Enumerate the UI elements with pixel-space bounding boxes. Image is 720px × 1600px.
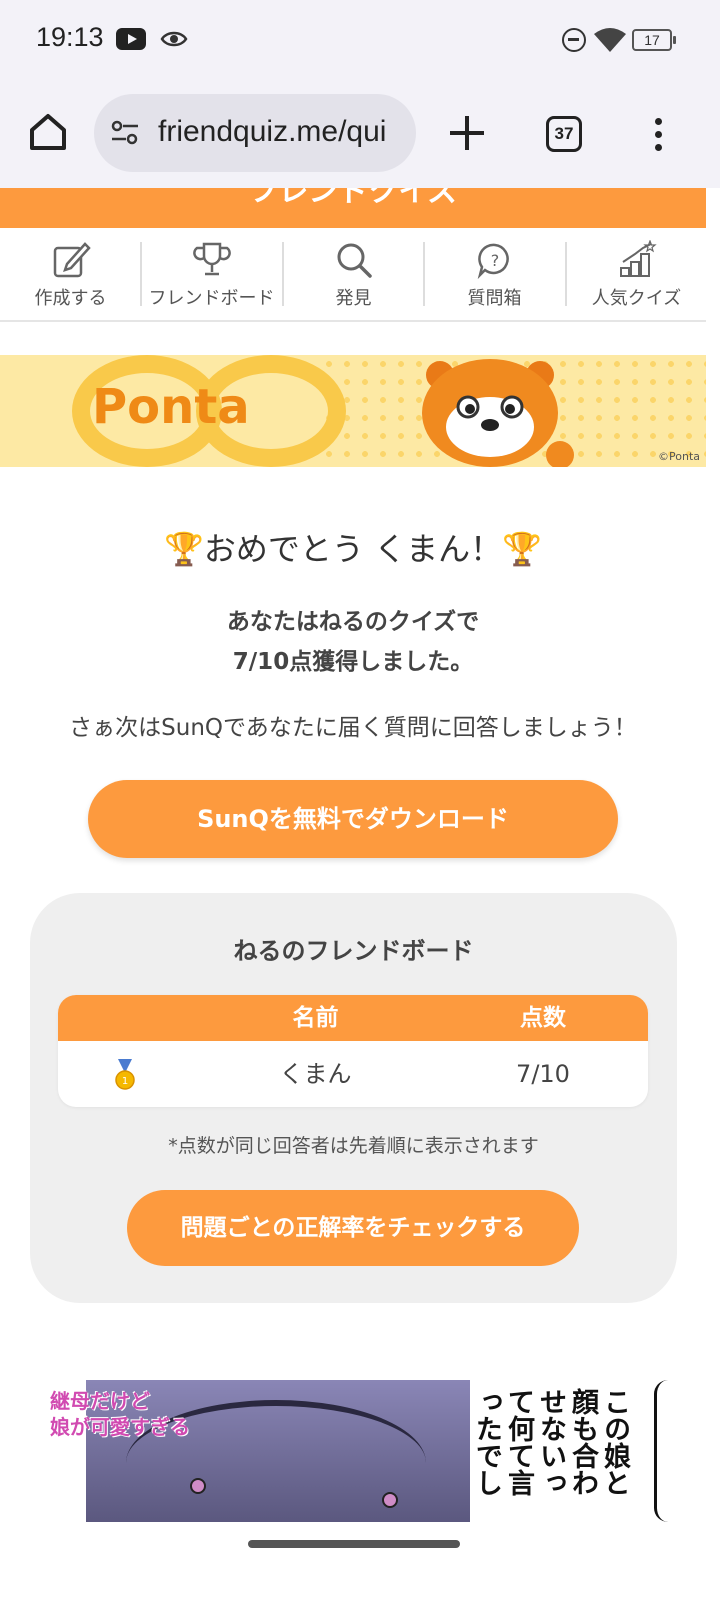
browser-toolbar: friendquiz.me/qui 37 bbox=[0, 80, 720, 188]
address-bar[interactable]: friendquiz.me/qui bbox=[94, 94, 416, 172]
home-icon[interactable] bbox=[26, 110, 70, 154]
score-line-1: あなたはねるのクイズで bbox=[226, 609, 480, 635]
board-note: *点数が同じ回答者は先着順に表示されます bbox=[168, 1135, 539, 1157]
new-tab-icon[interactable] bbox=[446, 112, 488, 154]
question-bubble-icon: ? bbox=[477, 243, 509, 280]
manga-title-line-1: 継母だけど bbox=[50, 1389, 150, 1413]
manga-title-line-2: 娘が可愛すぎる bbox=[50, 1415, 190, 1439]
ponta-logo: Ponta bbox=[92, 379, 250, 435]
status-time: 19:13 bbox=[36, 22, 104, 52]
manga-eye bbox=[382, 1492, 398, 1508]
manga-eye bbox=[190, 1478, 206, 1494]
home-indicator[interactable] bbox=[248, 1540, 460, 1548]
ponta-mascot-icon bbox=[422, 359, 574, 467]
do-not-disturb-icon bbox=[562, 28, 586, 52]
gold-medal-icon: 1 bbox=[115, 1059, 135, 1090]
score-line-2: 7/10点獲得しました。 bbox=[232, 649, 474, 675]
nav-label: フレンドボード bbox=[148, 288, 275, 309]
edit-icon bbox=[53, 242, 91, 278]
table-header: 名前 点数 bbox=[58, 995, 648, 1041]
main-nav: 作成する フレンドボード 発見 ? 質問箱 人気クイズ bbox=[0, 228, 706, 322]
nav-friend-board[interactable]: フレンドボード bbox=[141, 228, 282, 320]
battery-level: 17 bbox=[644, 32, 660, 48]
svg-text:1: 1 bbox=[122, 1076, 128, 1087]
battery-icon: 17 bbox=[632, 29, 676, 51]
ad-copyright: ©Ponta bbox=[658, 450, 700, 463]
leaderboard-table: 名前 点数 1 くまん 7/10 bbox=[58, 995, 648, 1107]
more-menu-icon[interactable] bbox=[646, 116, 670, 152]
site-settings-icon[interactable] bbox=[110, 119, 140, 147]
column-header-score: 点数 bbox=[520, 1005, 566, 1031]
congrats-heading: 🏆おめでとう くまん！🏆 bbox=[164, 530, 542, 568]
nav-label: 発見 bbox=[335, 288, 372, 309]
score-message: あなたはねるのクイズで 7/10点獲得しました。 bbox=[0, 602, 706, 682]
manga-speech-text: この娘と顔も合わせないって何て言ったでし bbox=[471, 1388, 630, 1496]
row-name: くまん bbox=[279, 1060, 352, 1088]
youtube-icon bbox=[116, 28, 146, 50]
site-title[interactable]: フレンドクイズ bbox=[0, 188, 706, 210]
status-bar: 19:13 17 bbox=[0, 0, 720, 80]
nav-label: 人気クイズ bbox=[591, 288, 682, 309]
eye-icon bbox=[160, 31, 188, 47]
friend-board: ねるのフレンドボード 名前 点数 1 くまん 7/10 *点数が同じ回答者は先着… bbox=[30, 893, 677, 1303]
column-header-rank bbox=[58, 995, 188, 1041]
nav-create[interactable]: 作成する bbox=[0, 228, 141, 320]
nav-question-box[interactable]: ? 質問箱 bbox=[424, 228, 565, 320]
nav-label: 作成する bbox=[34, 288, 107, 309]
ponta-banner-ad[interactable]: Ponta ©Ponta bbox=[0, 355, 706, 467]
url-text: friendquiz.me/qui bbox=[158, 115, 387, 148]
search-icon bbox=[337, 243, 372, 278]
site-header: フレンドクイズ bbox=[0, 188, 706, 228]
manga-banner-ad[interactable]: 継母だけど 娘が可愛すぎる この娘と顔も合わせないって何て言ったでし bbox=[48, 1380, 668, 1522]
manga-panel-edge bbox=[654, 1380, 668, 1522]
ranking-icon bbox=[619, 240, 657, 277]
nav-popular-quiz[interactable]: 人気クイズ bbox=[566, 228, 707, 320]
nav-label: 質問箱 bbox=[467, 288, 522, 309]
check-accuracy-button[interactable]: 問題ごとの正解率をチェックする bbox=[127, 1190, 579, 1266]
trophy-icon bbox=[192, 242, 231, 276]
cta-message: さぁ次はSunQであなたに届く質問に回答しましょう！ bbox=[69, 715, 637, 741]
svg-text:?: ? bbox=[490, 251, 499, 270]
column-header-name: 名前 bbox=[292, 1005, 339, 1031]
row-score: 7/10 bbox=[516, 1060, 570, 1088]
manga-title: 継母だけど 娘が可愛すぎる bbox=[50, 1388, 190, 1440]
tab-switcher-button[interactable]: 37 bbox=[546, 116, 582, 152]
wifi-icon bbox=[594, 28, 626, 52]
nav-discover[interactable]: 発見 bbox=[283, 228, 424, 320]
board-title: ねるのフレンドボード bbox=[233, 937, 474, 965]
download-sunq-button[interactable]: SunQを無料でダウンロード bbox=[88, 780, 618, 858]
